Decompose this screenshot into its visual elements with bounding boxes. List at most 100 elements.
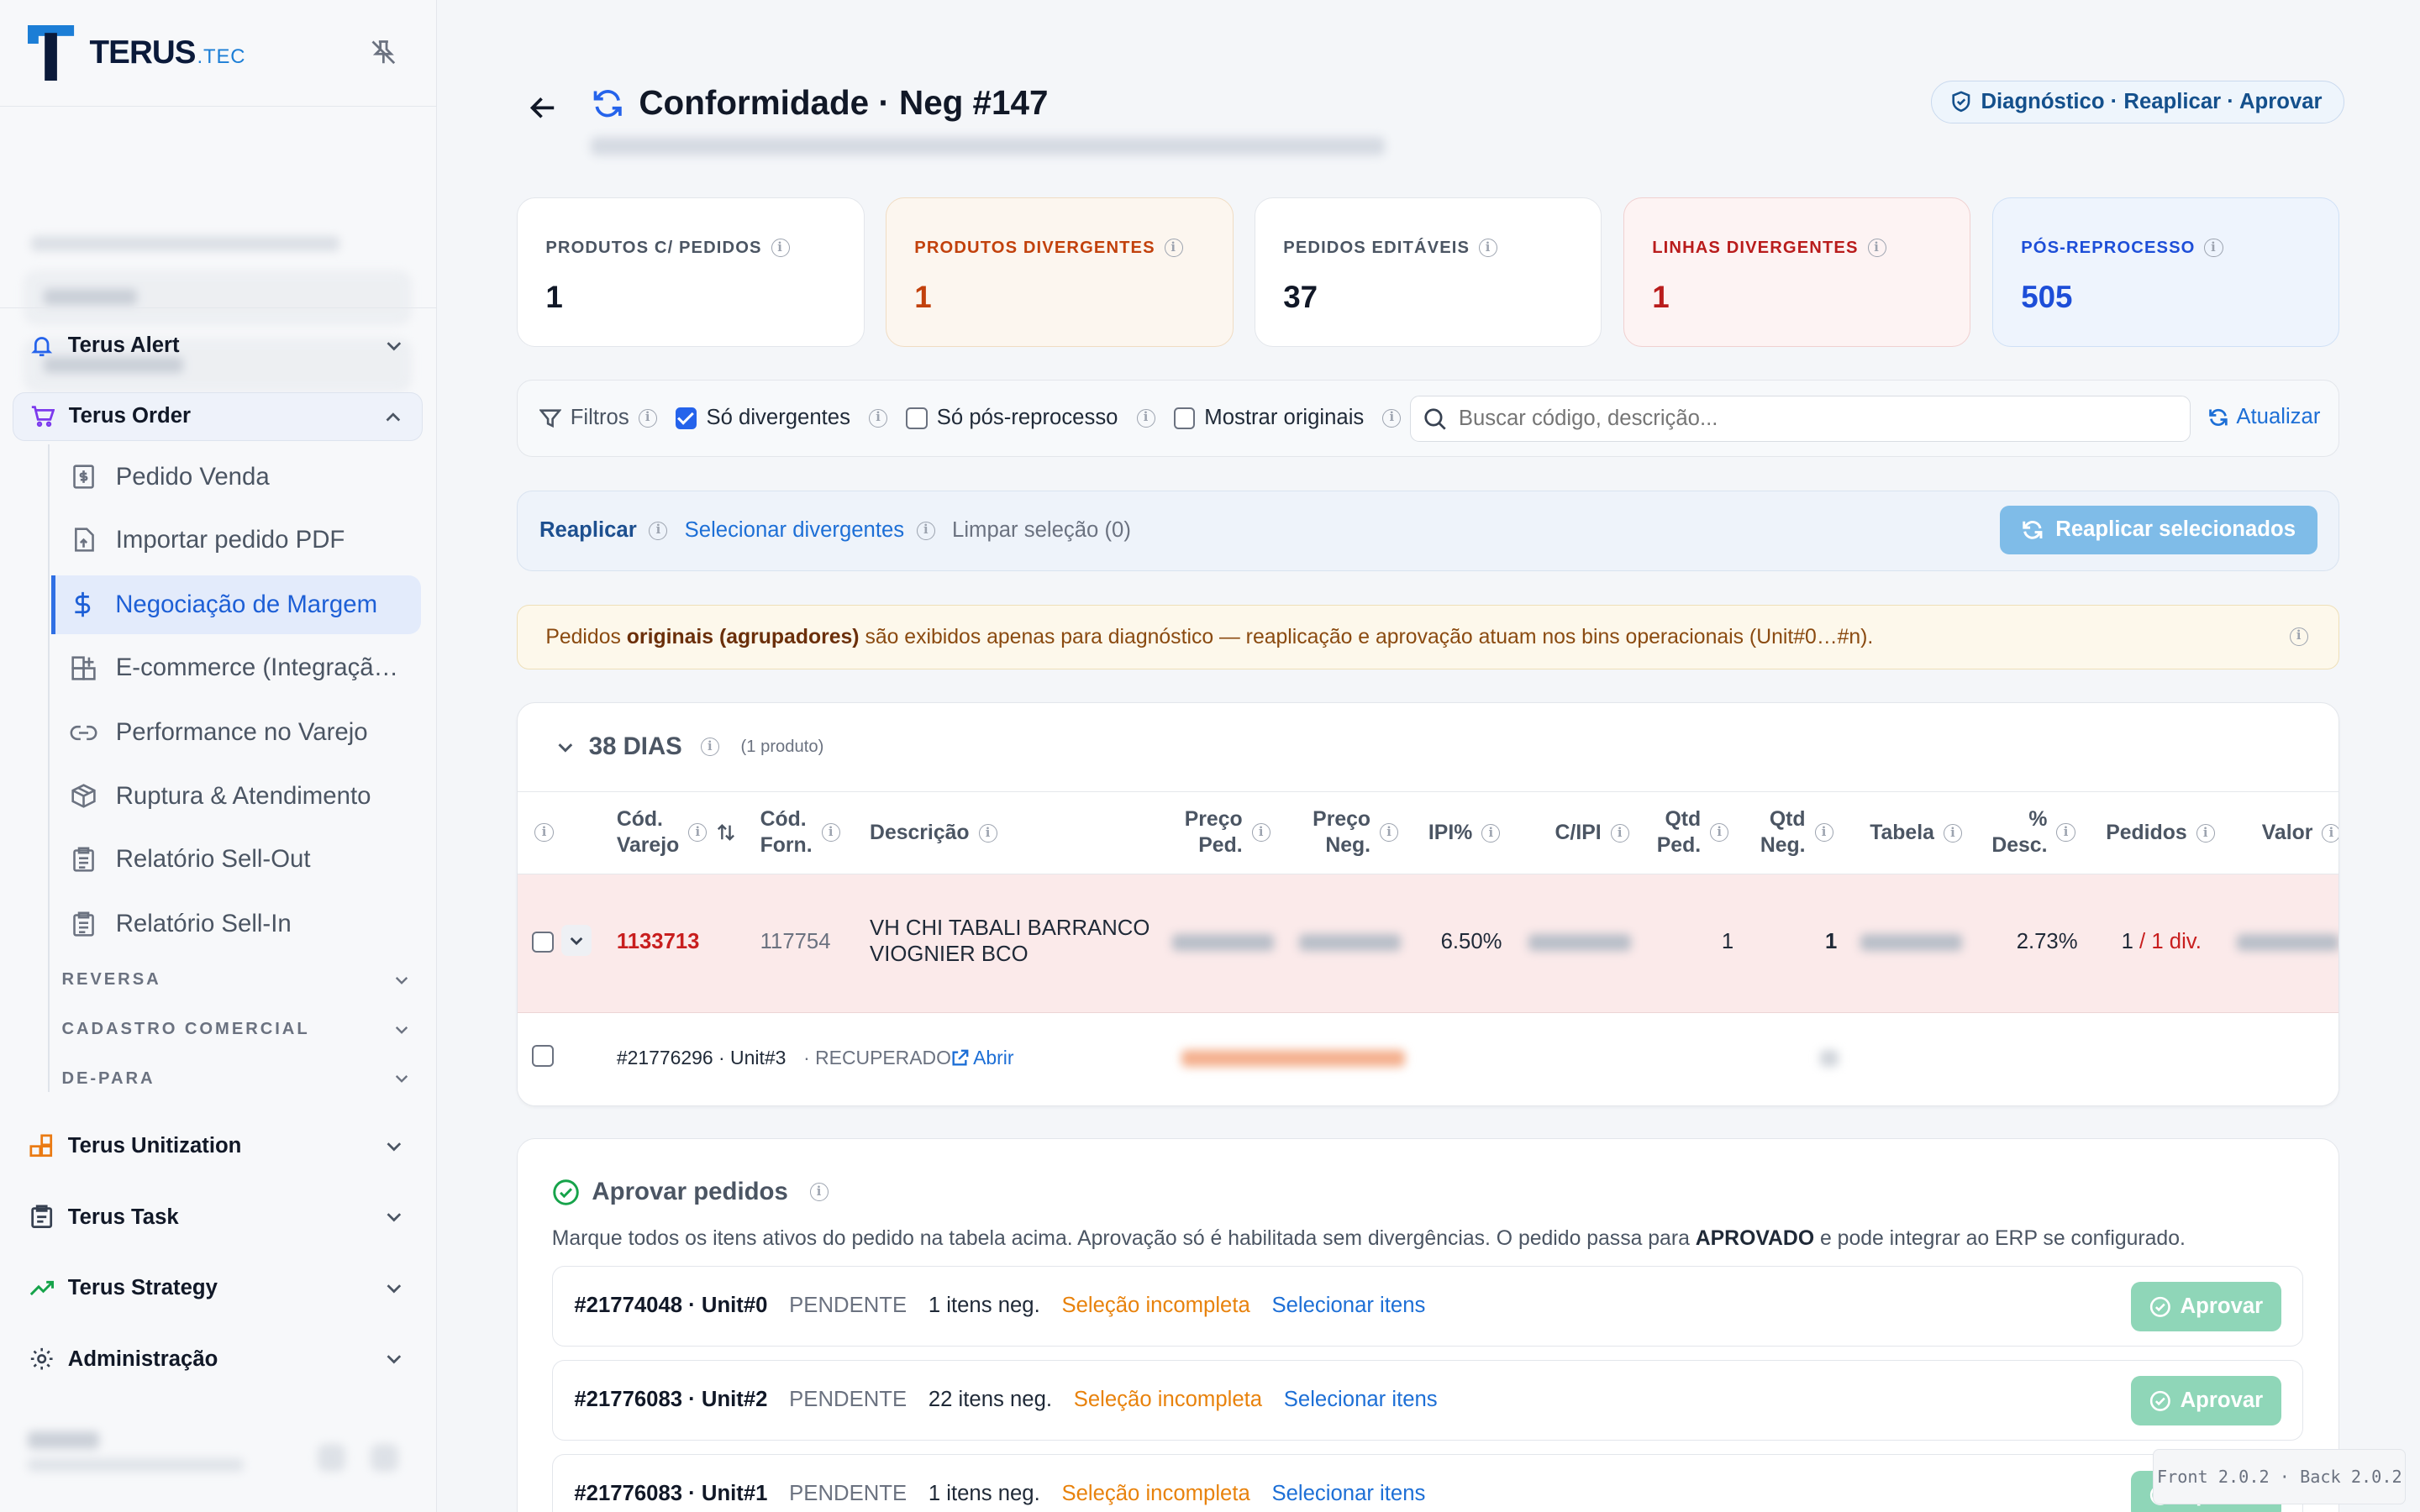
nav-terus-strategy[interactable]: Terus Strategy [13,1263,424,1313]
qtd-neg-cell[interactable]: 1 [1825,930,1837,954]
approve-button[interactable]: Aprovar [2131,1282,2281,1332]
info-icon[interactable]: i [2289,627,2308,646]
info-icon[interactable]: i [821,822,840,842]
sidebar-item-pedido-venda[interactable]: Pedido Venda [51,448,422,507]
nav-terus-unitization[interactable]: Terus Unitization [13,1121,424,1171]
col-preco-ped[interactable]: Preço Ped. i [1185,806,1270,858]
section-reversa[interactable]: REVERSA [61,970,410,990]
info-icon[interactable]: i [2056,822,2075,842]
info-icon[interactable]: i [1710,822,1729,842]
filter-so-pos-reprocesso[interactable]: Só pós-reprocesso i [906,406,1155,430]
info-icon[interactable]: i [534,822,554,842]
section-cadastro-comercial[interactable]: CADASTRO COMERCIAL [61,1020,410,1039]
filter-so-divergentes[interactable]: Só divergentes i [675,406,887,430]
col-cod-forn[interactable]: Cód. Forn. i [760,806,840,858]
col-pedidos[interactable]: Pedidos i [2106,820,2215,846]
col-cipi[interactable]: C/IPI i [1555,820,1629,846]
info-icon[interactable]: i [2204,239,2223,258]
info-icon[interactable]: i [1610,823,1629,843]
col-preco-neg[interactable]: Preço Neg. i [1313,806,1399,858]
info-icon[interactable]: i [1481,823,1501,843]
sidebar-item-sell-out[interactable]: Relatório Sell-Out [51,830,422,889]
info-icon[interactable]: i [700,738,719,757]
info-icon[interactable]: i [1251,822,1270,842]
col-cod-varejo[interactable]: Cód. Varejo i [617,806,736,858]
checkbox-mostrar-originais[interactable] [1173,407,1196,429]
cod-varejo-cell[interactable]: 1133713 [617,930,700,954]
user-action-icon[interactable] [318,1444,346,1473]
kpi-produtos-divergentes: PRODUTOS DIVERGENTES i 1 [886,197,1234,348]
sync-icon [594,89,623,118]
checkbox-so-pos-reprocesso[interactable] [906,407,928,429]
refresh-button[interactable]: Atualizar [2208,405,2320,429]
sub-row-qty [1820,1049,1839,1068]
sub-row-order: #21776296 · Unit#3 [616,1047,786,1069]
sidebar-item-ecommerce[interactable]: E-commerce (Integração… [51,638,422,697]
col-descricao[interactable]: Descrição i [870,820,997,846]
sub-row-checkbox[interactable] [531,1045,554,1068]
sub-row-prices [1181,1049,1406,1068]
info-icon[interactable]: i [809,1183,829,1202]
table-row[interactable]: 1133713 117754 VH CHI TABALI BARRANCO VIO… [518,874,2339,1013]
table-header: i Cód. Varejo i Cód. Forn. i Descrição i Preç… [518,792,2339,874]
sidebar-item-negociacao-margem[interactable]: Negociação de Margem [50,575,422,634]
chevron-down-icon[interactable] [555,737,576,759]
sidebar-item-importar-pdf[interactable]: Importar pedido PDF [51,511,422,570]
col-qtd-neg[interactable]: Qtd Neg. i [1760,806,1833,858]
search-input[interactable] [1458,407,2169,432]
info-icon[interactable]: i [978,823,997,843]
filter-mostrar-originais[interactable]: Mostrar originais i [1173,406,1402,430]
sort-icon[interactable] [716,822,736,843]
reapply-selected-button[interactable]: Reaplicar selecionados [2000,505,2317,555]
info-icon[interactable]: i [1943,823,1962,843]
row-checkbox[interactable] [531,931,554,953]
info-icon[interactable]: i [916,521,935,540]
chevron-down-icon [387,1355,401,1364]
expand-row-button[interactable] [560,925,592,956]
logout-icon[interactable] [370,1444,398,1473]
col-qtd-ped[interactable]: Qtd Ped. i [1657,806,1729,858]
col-ipi[interactable]: IPI% i [1428,820,1501,846]
approve-button[interactable]: Aprovar [2131,1376,2281,1426]
select-divergent-link[interactable]: Selecionar divergentes [685,518,904,543]
info-icon[interactable]: i [1479,239,1498,258]
select-items-link[interactable]: Selecionar itens [1271,1482,1425,1506]
sidebar-item-performance-varejo[interactable]: Performance no Varejo [51,704,422,763]
col-desc[interactable]: % Desc. i [1991,806,2075,858]
select-items-link[interactable]: Selecionar itens [1271,1294,1425,1318]
info-icon[interactable]: i [1814,822,1833,842]
info-icon[interactable]: i [1164,239,1183,258]
info-icon[interactable]: i [649,521,668,540]
check-circle-icon [2149,1296,2170,1317]
info-icon[interactable]: i [2322,823,2339,843]
unpin-icon[interactable] [368,37,399,68]
cart-icon [29,402,56,430]
clear-selection-link[interactable]: Limpar seleção (0) [952,518,1131,543]
context-select-1[interactable] [24,271,411,324]
checkbox-so-divergentes[interactable] [675,407,697,429]
approve-description: Marque todos os itens ativos do pedido n… [551,1227,2186,1251]
back-arrow-icon[interactable] [528,92,559,123]
select-items-link[interactable]: Selecionar itens [1284,1388,1438,1412]
open-order-link[interactable]: Abrir [950,1047,1014,1069]
info-icon[interactable]: i [1380,822,1399,842]
clipboard-icon [28,1204,55,1231]
info-icon[interactable]: i [688,822,708,842]
info-icon[interactable]: i [1382,408,1402,428]
section-de-para[interactable]: DE-PARA [61,1069,410,1089]
nav-administracao[interactable]: Administração [13,1335,424,1384]
info-icon[interactable]: i [2196,823,2215,843]
info-icon[interactable]: i [1136,408,1155,428]
info-icon[interactable]: i [638,408,657,428]
sidebar-item-ruptura[interactable]: Ruptura & Atendimento [51,767,422,826]
info-icon[interactable]: i [771,239,790,258]
col-valor[interactable]: Valor i [2262,820,2339,846]
info-icon[interactable]: i [1867,239,1886,258]
nav-terus-task[interactable]: Terus Task [13,1193,424,1242]
col-tabela[interactable]: Tabela i [1870,820,1962,846]
group-header[interactable]: 38 DIAS i (1 produto) [518,703,2339,793]
info-icon[interactable]: i [868,408,887,428]
sidebar-item-sell-in[interactable]: Relatório Sell-In [51,895,422,953]
nav-terus-alert[interactable]: Terus Alert [13,321,424,370]
nav-terus-order[interactable]: Terus Order [12,391,424,442]
